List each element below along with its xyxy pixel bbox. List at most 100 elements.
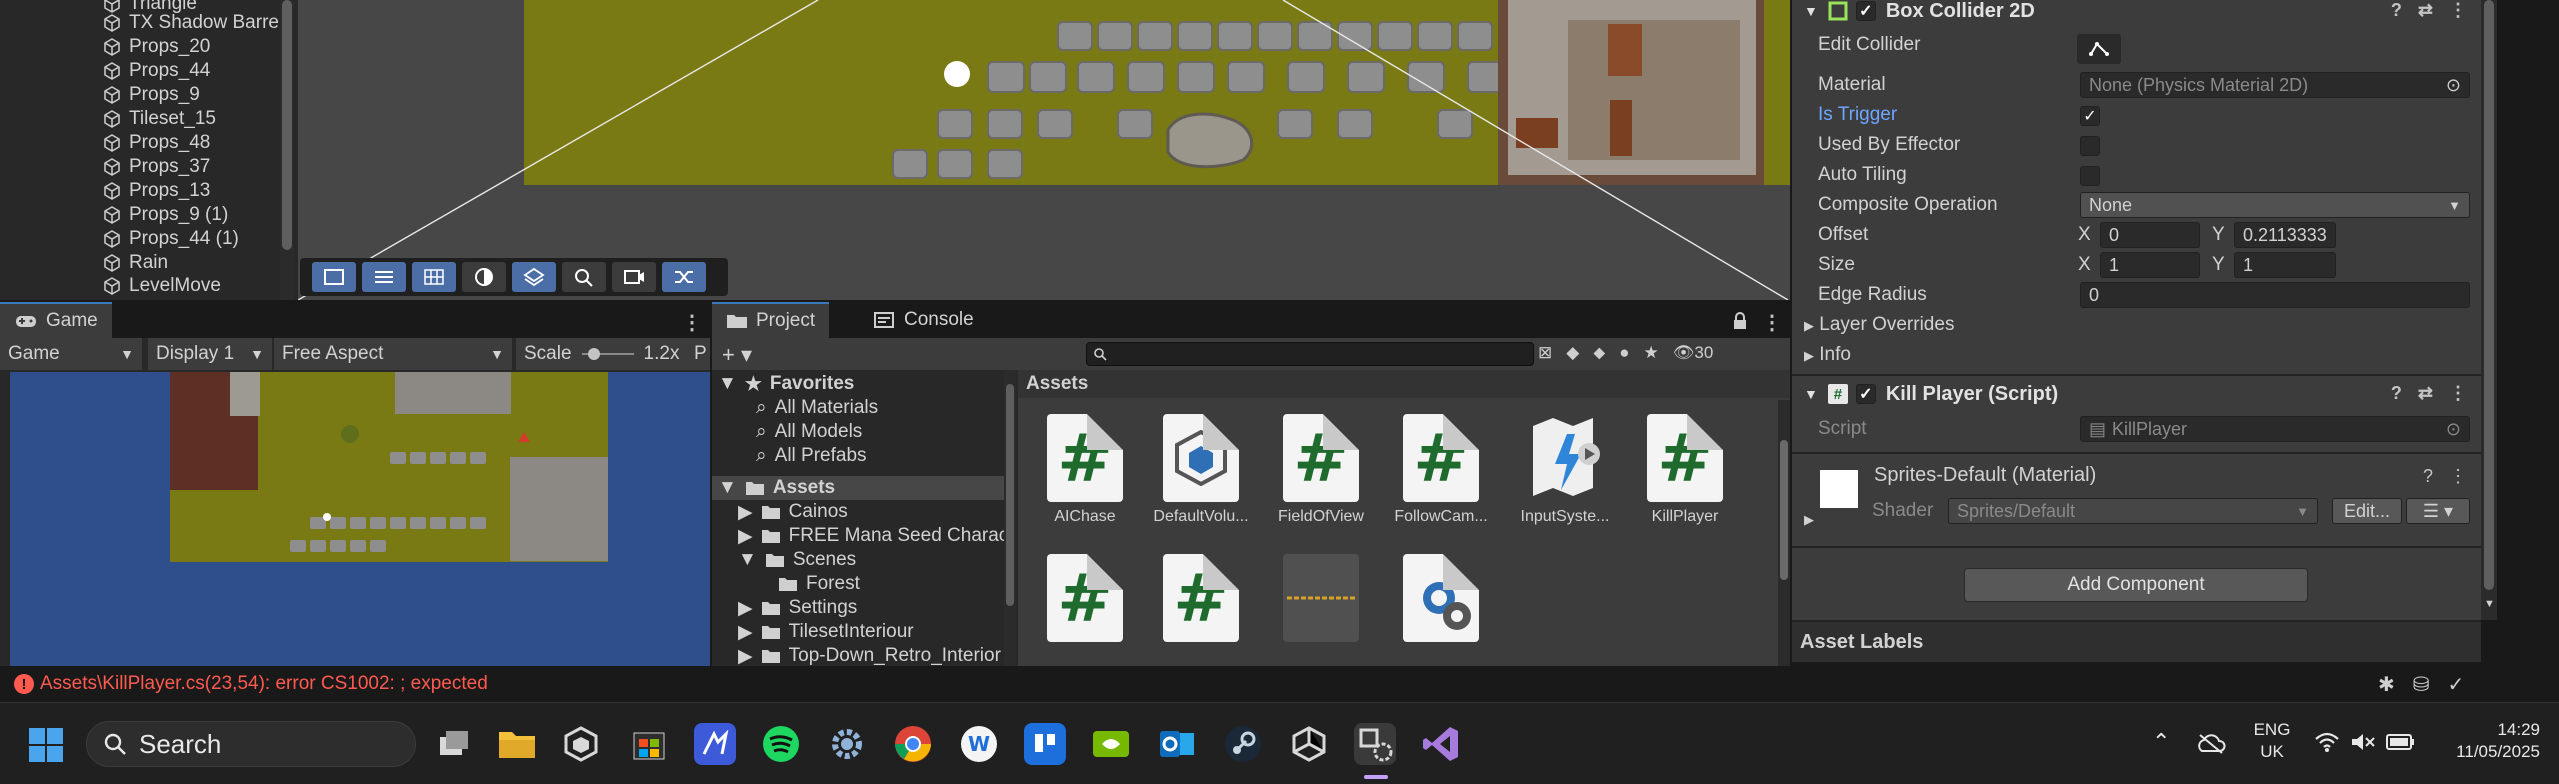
kebab-icon[interactable]: ⋮ bbox=[2449, 466, 2467, 487]
hierarchy-item[interactable]: Props_9 bbox=[103, 83, 200, 107]
lock-icon[interactable] bbox=[1732, 312, 1748, 330]
tree-folder[interactable]: ▼ Scenes bbox=[738, 548, 856, 572]
project-search-input[interactable] bbox=[1086, 342, 1534, 366]
scale-slider-track[interactable] bbox=[580, 346, 636, 362]
shader-dropdown[interactable]: Sprites/Default ▼ bbox=[1948, 498, 2318, 524]
asset-item[interactable]: # FieldOfView bbox=[1262, 414, 1380, 526]
hierarchy-item[interactable]: Rain bbox=[103, 251, 168, 275]
tree-favorites[interactable]: ▼ ★ Favorites bbox=[718, 372, 854, 396]
shuffle-tool-button[interactable] bbox=[662, 262, 706, 292]
spotify-icon[interactable] bbox=[760, 723, 802, 765]
asset-item[interactable]: # bbox=[1142, 554, 1260, 648]
tag-icon[interactable]: ⬥ bbox=[1593, 343, 1605, 363]
composite-operation-dropdown[interactable]: None ▼ bbox=[2080, 192, 2470, 218]
collapse-arrow-icon[interactable]: ▶ bbox=[1804, 512, 1814, 528]
grid-tool-button[interactable] bbox=[412, 262, 456, 292]
help-icon[interactable]: ? bbox=[2391, 383, 2402, 404]
hierarchy-item[interactable]: Props_44 (1) bbox=[103, 227, 239, 251]
unity-icon[interactable] bbox=[1288, 723, 1330, 765]
object-picker-icon[interactable]: ⊙ bbox=[2446, 419, 2461, 440]
wifi-icon[interactable] bbox=[2314, 731, 2340, 753]
help-icon[interactable]: ? bbox=[2391, 0, 2402, 21]
favorite-star-icon[interactable]: ★ bbox=[1644, 343, 1659, 363]
display-dropdown[interactable]: Display 1 ▼ bbox=[148, 338, 272, 370]
scrollbar-thumb[interactable] bbox=[1780, 440, 1788, 580]
used-by-effector-checkbox[interactable] bbox=[2080, 136, 2100, 156]
edge-radius-field[interactable]: 0 bbox=[2080, 282, 2470, 308]
component-enabled-checkbox[interactable]: ✓ bbox=[1855, 384, 1876, 404]
game-mode-dropdown[interactable]: Game ▼ bbox=[0, 338, 142, 370]
hierarchy-item[interactable]: Props_37 bbox=[103, 155, 210, 179]
wunderlist-icon[interactable]: W bbox=[958, 723, 1000, 765]
battery-icon[interactable] bbox=[2386, 733, 2416, 751]
hierarchy-item[interactable]: Props_9 (1) bbox=[103, 203, 228, 227]
size-y-field[interactable]: 1 bbox=[2234, 252, 2336, 278]
create-plus-icon[interactable]: + ▾ bbox=[722, 342, 752, 368]
asset-item[interactable]: InputSyste... bbox=[1506, 414, 1624, 526]
project-menu-icon[interactable]: ⋮ bbox=[1762, 310, 1782, 335]
task-view-icon[interactable] bbox=[432, 723, 474, 765]
tree-fav-item[interactable]: ⌕ All Materials bbox=[756, 396, 878, 420]
asset-item[interactable] bbox=[1382, 554, 1500, 648]
hierarchy-item[interactable]: Props_48 bbox=[103, 131, 210, 155]
kebab-icon[interactable]: ⋮ bbox=[2449, 0, 2467, 21]
hierarchy-scrollbar[interactable] bbox=[280, 0, 294, 300]
progress-check-icon[interactable]: ✓ bbox=[2448, 672, 2465, 697]
asset-breadcrumb[interactable]: Assets bbox=[1018, 370, 1790, 398]
windows-start-icon[interactable] bbox=[28, 727, 64, 763]
hierarchy-item[interactable]: Props_13 bbox=[103, 179, 210, 203]
console-error-message[interactable]: Assets\KillPlayer.cs(23,54): error CS100… bbox=[40, 673, 488, 695]
add-component-button[interactable]: Add Component bbox=[1964, 568, 2308, 602]
asset-labels-section[interactable]: Asset Labels bbox=[1792, 620, 2481, 662]
scroll-down-arrow-icon[interactable]: ▼ bbox=[2484, 598, 2495, 610]
vscode-alt-app-icon[interactable] bbox=[694, 723, 736, 765]
kill-player-header[interactable]: ▼ # ✓ Kill Player (Script) ? ⇄ ⋮ bbox=[1792, 377, 2481, 411]
hierarchy-item[interactable]: Props_44 bbox=[103, 59, 210, 83]
tree-folder[interactable]: ▶ Cainos bbox=[738, 500, 848, 524]
physics-material-field[interactable]: None (Physics Material 2D) ⊙ bbox=[2080, 72, 2470, 98]
tab-project[interactable]: Project bbox=[712, 302, 830, 338]
unity-hub-icon[interactable] bbox=[560, 723, 602, 765]
search-tool-button[interactable] bbox=[562, 262, 606, 292]
debug-bug-icon[interactable]: ✱ bbox=[2378, 672, 2395, 697]
hierarchy-item[interactable]: LevelMove bbox=[103, 274, 221, 298]
preset-icon[interactable]: ⇄ bbox=[2418, 0, 2433, 21]
tree-scrollbar[interactable] bbox=[1004, 370, 1016, 672]
edit-collider-button[interactable] bbox=[2077, 34, 2121, 64]
layer-overrides-foldout[interactable]: ▶ Layer Overrides bbox=[1804, 314, 1954, 336]
script-field[interactable]: ▤ KillPlayer ⊙ bbox=[2080, 416, 2470, 442]
input-language-indicator[interactable]: ENG UK bbox=[2246, 719, 2298, 763]
object-picker-icon[interactable]: ⊙ bbox=[2446, 75, 2461, 96]
file-explorer-icon[interactable] bbox=[496, 723, 538, 765]
scrollbar-thumb[interactable] bbox=[282, 0, 292, 250]
tree-folder[interactable]: ▶ FREE Mana Seed Charact bbox=[738, 524, 1014, 548]
tab-console[interactable]: Console bbox=[860, 302, 988, 338]
unity-editor-active-icon[interactable] bbox=[1354, 723, 1396, 765]
search-by-type-icon[interactable]: ⊠ bbox=[1538, 343, 1552, 363]
cloud-offline-icon[interactable] bbox=[2196, 731, 2226, 755]
shader-options-dropdown[interactable]: ☰ ▾ bbox=[2406, 498, 2470, 524]
size-x-field[interactable]: 1 bbox=[2100, 252, 2200, 278]
show-hidden-icons-chevron[interactable]: ⌃ bbox=[2152, 729, 2170, 755]
error-filter-icon[interactable]: ● bbox=[1619, 343, 1629, 363]
lighting-toggle-button[interactable] bbox=[462, 262, 506, 292]
nvidia-icon[interactable] bbox=[1090, 723, 1132, 765]
offset-x-field[interactable]: 0 bbox=[2100, 222, 2200, 248]
game-menu-icon[interactable]: ⋮ bbox=[682, 310, 702, 335]
outlook-icon[interactable] bbox=[1156, 723, 1198, 765]
play-focus-truncated[interactable]: P bbox=[692, 338, 710, 370]
asset-item[interactable]: # AIChase bbox=[1026, 414, 1144, 526]
taskbar-clock[interactable]: 14:29 11/05/2025 bbox=[2430, 719, 2540, 763]
tree-assets[interactable]: ▼ Assets bbox=[712, 476, 1004, 500]
tree-folder[interactable]: Forest bbox=[778, 572, 860, 596]
asset-item[interactable]: # FollowCam... bbox=[1382, 414, 1500, 526]
camera-tool-button[interactable] bbox=[612, 262, 656, 292]
tree-folder[interactable]: ▶ TilesetInteriour bbox=[738, 620, 914, 644]
aspect-dropdown[interactable]: Free Aspect ▼ bbox=[274, 338, 512, 370]
steam-icon[interactable] bbox=[1222, 723, 1264, 765]
kebab-icon[interactable]: ⋮ bbox=[2449, 383, 2467, 404]
preset-icon[interactable]: ⇄ bbox=[2418, 383, 2433, 404]
asset-item[interactable]: DefaultVolu... bbox=[1142, 414, 1260, 526]
cache-server-icon[interactable]: ⛁ bbox=[2413, 672, 2430, 697]
asset-item[interactable]: # KillPlayer bbox=[1626, 414, 1744, 526]
